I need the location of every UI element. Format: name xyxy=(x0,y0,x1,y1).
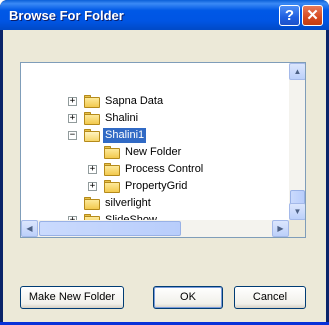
tree-item-label: Sapna Data xyxy=(105,95,164,107)
expand-icon[interactable]: + xyxy=(88,165,97,174)
scroll-right-button[interactable]: ▶ xyxy=(272,220,289,237)
horizontal-scrollbar[interactable]: ◀ ▶ xyxy=(21,220,289,237)
scrollbar-corner xyxy=(289,220,305,237)
scroll-left-button[interactable]: ◀ xyxy=(21,220,38,237)
tree-item-label: New Folder xyxy=(125,146,182,158)
tree-item-label: Process Control xyxy=(125,163,204,175)
folder-icon xyxy=(84,95,100,108)
chevron-up-icon: ▲ xyxy=(293,67,302,76)
scroll-down-button[interactable]: ▼ xyxy=(289,203,305,220)
browse-for-folder-dialog: Browse For Folder ? ✕ + Sapna Data + Shalin… xyxy=(0,0,329,325)
tree-item[interactable]: + Shalini xyxy=(21,110,286,127)
make-new-folder-button[interactable]: Make New Folder xyxy=(20,286,124,309)
folder-icon xyxy=(104,146,120,159)
tree-item[interactable]: + PropertyGrid xyxy=(21,178,286,195)
tree-item[interactable]: − Shalini1 xyxy=(21,127,286,144)
folder-icon xyxy=(104,163,120,176)
chevron-down-icon: ▼ xyxy=(293,207,302,216)
close-icon: ✕ xyxy=(306,7,319,24)
chevron-left-icon: ◀ xyxy=(26,224,33,233)
title-bar[interactable]: Browse For Folder ? ✕ xyxy=(0,0,329,30)
expand-icon[interactable]: + xyxy=(68,114,77,123)
collapse-icon[interactable]: − xyxy=(68,131,77,140)
folder-icon xyxy=(84,112,100,125)
scroll-up-button[interactable]: ▲ xyxy=(289,63,305,80)
tree-item-label: silverlight xyxy=(105,197,151,209)
open-folder-icon xyxy=(84,129,100,142)
folder-tree[interactable]: + Sapna Data + Shalini − Shalini1 New Folder + P… xyxy=(20,62,306,238)
dialog-title: Browse For Folder xyxy=(9,8,124,23)
tree-item[interactable]: silverlight xyxy=(21,195,286,212)
help-button[interactable]: ? xyxy=(279,5,300,26)
tree-item-label: Shalini1 xyxy=(103,128,147,143)
tree-item-label: PropertyGrid xyxy=(125,180,188,192)
vertical-scrollbar[interactable]: ▲ ▼ xyxy=(289,63,305,220)
expand-icon[interactable]: + xyxy=(88,182,97,191)
chevron-right-icon: ▶ xyxy=(277,224,284,233)
tree-item-label: Shalini xyxy=(105,112,139,124)
folder-icon xyxy=(104,180,120,193)
tree-item[interactable]: + Process Control xyxy=(21,161,286,178)
help-icon: ? xyxy=(284,7,295,24)
cancel-button[interactable]: Cancel xyxy=(234,286,306,309)
horizontal-scroll-thumb[interactable] xyxy=(39,221,181,236)
expand-icon[interactable]: + xyxy=(68,97,77,106)
ok-button[interactable]: OK xyxy=(153,286,223,309)
tree-item[interactable]: New Folder xyxy=(21,144,286,161)
folder-icon xyxy=(84,197,100,210)
close-button[interactable]: ✕ xyxy=(302,5,323,26)
tree-item[interactable]: + Sapna Data xyxy=(21,93,286,110)
